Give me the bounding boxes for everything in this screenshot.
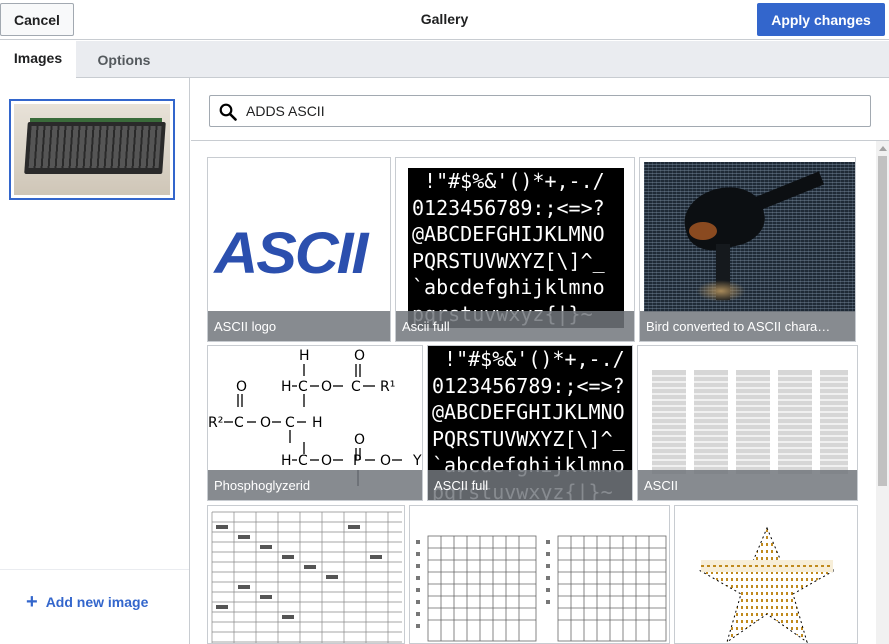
search-input[interactable] <box>246 103 846 119</box>
svg-text:P: P <box>353 453 361 469</box>
gallery-sidebar: + Add new image <box>0 78 190 644</box>
ascii-logo-graphic: ASCII <box>214 221 368 286</box>
tab-images[interactable]: Images <box>0 41 76 78</box>
result-tile-ascii-star[interactable] <box>674 505 858 644</box>
keyboard-photo <box>14 104 170 195</box>
search-results-grid: ASCII ASCII logo !"#$%&'()*+,-./ 0123456… <box>191 141 876 644</box>
result-tile-ascii-logo[interactable]: ASCII ASCII logo <box>207 157 391 342</box>
selected-image-thumbnail[interactable] <box>9 99 175 200</box>
add-new-image-button[interactable]: + Add new image <box>26 591 149 613</box>
result-tile-phosphoglyzerid[interactable]: H O O H C O C R¹ R² C O C H O H C O P O … <box>207 345 423 501</box>
tab-bar: Images Options <box>0 41 889 78</box>
result-caption: ASCII logo <box>208 311 390 341</box>
scrollbar-thumb[interactable] <box>878 156 887 486</box>
tab-options[interactable]: Options <box>84 41 164 78</box>
search-icon <box>210 96 246 126</box>
result-caption: Ascii full <box>396 311 634 341</box>
svg-text:H: H <box>312 415 323 431</box>
svg-text:O: O <box>354 348 365 364</box>
svg-text:O: O <box>354 432 365 448</box>
svg-text:C: C <box>351 379 361 395</box>
svg-text:H: H <box>281 453 292 469</box>
result-caption: ASCII full <box>428 470 632 500</box>
svg-text:R²: R² <box>208 415 223 431</box>
bird-ascii-art <box>644 162 855 312</box>
result-tile-bird-ascii[interactable]: Bird converted to ASCII chara… <box>639 157 856 342</box>
search-box[interactable] <box>209 95 871 127</box>
result-tile-ascii-table[interactable]: ASCII <box>637 345 858 501</box>
svg-text:O: O <box>321 379 332 395</box>
svg-text:H: H <box>281 379 292 395</box>
add-new-image-label: Add new image <box>45 594 149 610</box>
svg-text:R¹: R¹ <box>380 379 395 395</box>
sidebar-divider <box>0 569 189 570</box>
result-tile-code-table[interactable] <box>207 505 405 644</box>
svg-text:C: C <box>298 453 308 469</box>
scroll-up-arrow-icon[interactable] <box>876 141 889 155</box>
result-tile-ascii-full-2[interactable]: !"#$%&'()*+,-./ 0123456789:;<=>? @ABCDEF… <box>427 345 633 501</box>
ascii-star-graphic <box>697 526 837 643</box>
svg-text:Y: Y <box>412 453 422 469</box>
svg-text:H: H <box>299 348 310 364</box>
result-caption: ASCII <box>638 470 857 500</box>
result-caption: Bird converted to ASCII chara… <box>640 311 855 341</box>
keyboard-keys-graphic <box>24 122 166 174</box>
result-tile-grid-table[interactable] <box>409 505 670 644</box>
svg-text:C: C <box>285 415 295 431</box>
dialog-title: Gallery <box>420 11 469 27</box>
svg-text:C: C <box>234 415 244 431</box>
dialog-header: Cancel Gallery Apply changes <box>0 0 889 40</box>
svg-text:C: C <box>298 379 308 395</box>
apply-changes-button[interactable]: Apply changes <box>757 3 885 36</box>
result-caption: Phosphoglyzerid <box>208 470 422 500</box>
code-table-graphic <box>211 511 402 643</box>
svg-text:O: O <box>321 453 332 469</box>
result-tile-ascii-full[interactable]: !"#$%&'()*+,-./ 0123456789:;<=>? @ABCDEF… <box>395 157 635 342</box>
svg-text:O: O <box>260 415 271 431</box>
plus-icon: + <box>26 591 38 613</box>
grid-table-graphic <box>416 535 667 642</box>
ascii-chart-graphic: !"#$%&'()*+,-./ 0123456789:;<=>? @ABCDEF… <box>408 168 624 328</box>
svg-text:O: O <box>380 453 391 469</box>
svg-text:O: O <box>236 379 247 395</box>
